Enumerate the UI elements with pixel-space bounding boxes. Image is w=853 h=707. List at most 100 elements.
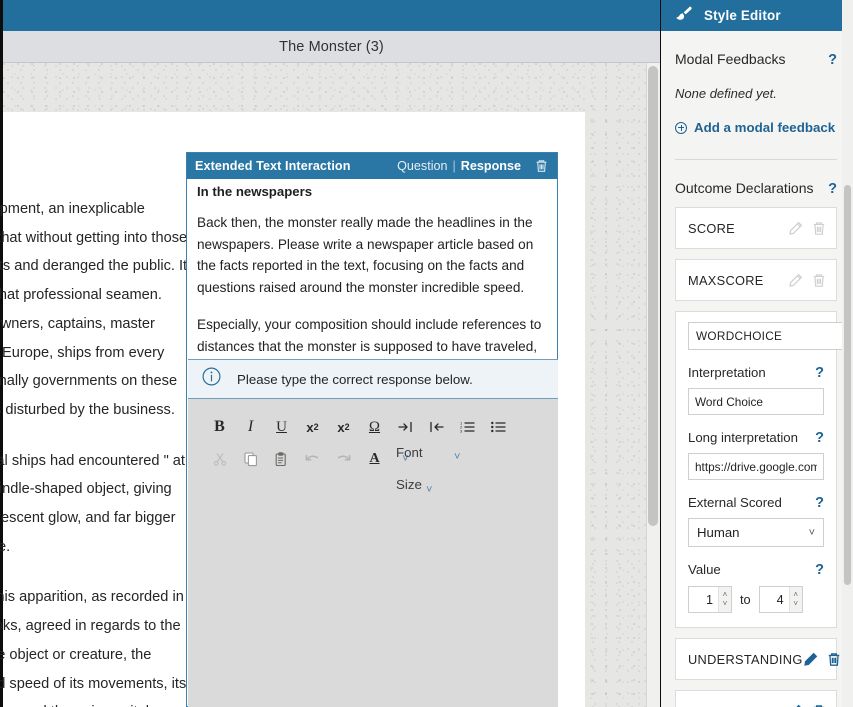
subscript-icon[interactable]: x2 [297, 414, 328, 440]
caret-down-icon[interactable]: ˅ [723, 601, 728, 607]
prompt-title: In the newspapers [197, 184, 547, 199]
trash-icon[interactable] [535, 159, 548, 173]
font-selector[interactable]: Font [396, 445, 423, 460]
caret-down-icon[interactable]: ˅ [793, 601, 798, 607]
outcome-row: UNDERSTANDING [676, 639, 836, 679]
info-banner-text: Please type the correct response below. [237, 372, 473, 387]
canvas-scrollbar-thumb[interactable] [648, 66, 658, 526]
redo-icon [328, 446, 359, 472]
value-label: Value [688, 562, 721, 577]
edit-pencil-icon[interactable] [788, 221, 803, 236]
info-circle-icon [202, 367, 221, 391]
svg-text:3: 3 [460, 429, 463, 434]
outcome-actions [803, 652, 841, 667]
external-scored-label: External Scored [688, 495, 782, 510]
value-label-row: Value ? [688, 562, 824, 578]
main-titlebar [3, 0, 660, 31]
omega-special-character-icon[interactable]: Ω [359, 414, 390, 440]
edit-pencil-icon[interactable] [788, 704, 803, 707]
increase-indent-icon[interactable] [390, 414, 421, 440]
extended-text-interaction-card: Extended Text Interaction Question | Res… [186, 152, 558, 707]
trash-icon[interactable] [812, 221, 826, 236]
modal-feedbacks-help-icon[interactable]: ? [828, 52, 837, 68]
italic-icon[interactable]: I [235, 414, 266, 440]
paintbrush-icon [675, 6, 692, 26]
style-editor-sidebar: Style Editor Modal Feedbacks ? None defi… [660, 0, 853, 707]
interpretation-input[interactable] [688, 388, 824, 415]
modal-feedbacks-heading-row: Modal Feedbacks ? [675, 51, 837, 68]
cut-icon [204, 446, 235, 472]
outcome-card-understanding: UNDERSTANDING [675, 638, 837, 680]
toolbar-row-formatting: B I U x2 x2 Ω [188, 411, 558, 443]
outcome-card-mechanics: MECHANICS [675, 690, 837, 707]
outcome-name: MAXSCORE [688, 273, 764, 288]
interpretation-label: Interpretation [688, 365, 766, 380]
document-prose: bizarre development, an inexplicable phe… [0, 195, 188, 707]
section-divider [675, 159, 837, 160]
tab-question[interactable]: Question [397, 159, 447, 173]
value-min-value: 1 [689, 593, 718, 607]
outcome-row: MAXSCORE [676, 260, 836, 300]
interpretation-label-row: Interpretation ? [688, 365, 824, 381]
add-modal-feedback-label: Add a modal feedback [694, 120, 835, 135]
editor-toolbar: B I U x2 x2 Ω [188, 399, 558, 475]
outcome-row: SCORE [676, 208, 836, 248]
outcome-actions [788, 704, 826, 707]
prose-paragraph: bizarre development, an inexplicable phe… [0, 195, 188, 425]
font-chevron-down-icon[interactable]: ˅ [454, 451, 460, 463]
bulleted-list-icon[interactable] [483, 414, 514, 440]
info-banner: Please type the correct response below. [188, 359, 558, 399]
numbered-list-icon[interactable]: 1 2 3 [452, 414, 483, 440]
outcome-name-input[interactable] [688, 322, 853, 350]
text-color-icon[interactable]: A [359, 446, 390, 472]
caret-up-icon[interactable]: ˄ [723, 592, 728, 598]
value-min-stepper-arrows[interactable]: ˄ ˅ [718, 587, 731, 612]
response-editor[interactable]: B I U x2 x2 Ω [188, 399, 558, 707]
value-max-stepper-arrows[interactable]: ˄ ˅ [789, 587, 802, 612]
outcome-card-score: SCORE [675, 207, 837, 249]
tab-the-monster[interactable]: The Monster (3) [279, 39, 384, 55]
trash-icon[interactable] [812, 704, 826, 707]
outcome-actions [788, 221, 826, 236]
value-to-label: to [740, 592, 751, 607]
interpretation-help-icon[interactable]: ? [815, 365, 824, 381]
prose-paragraph: Indeed, several ships had encountered " … [0, 447, 188, 562]
bold-icon[interactable]: B [204, 414, 235, 440]
value-max-stepper[interactable]: 4 ˄ ˅ [759, 586, 803, 613]
decrease-indent-icon[interactable] [421, 414, 452, 440]
edit-pencil-icon[interactable] [788, 273, 803, 288]
size-selector[interactable]: Size [396, 477, 422, 492]
value-min-stepper[interactable]: 1 ˄ ˅ [688, 586, 732, 613]
external-scored-select[interactable]: Human ˅ [688, 518, 824, 547]
modal-feedbacks-empty-text: None defined yet. [675, 86, 837, 101]
outcome-card-wordchoice: Interpretation ? Long interpretation ? E… [675, 311, 837, 628]
trash-icon[interactable] [827, 652, 841, 667]
toolbar-row-clipboard: A ˅ [188, 443, 558, 475]
add-modal-feedback-button[interactable]: Add a modal feedback [675, 120, 837, 135]
outcome-name: MECHANICS [688, 704, 768, 707]
sidebar-scrollbar-thumb[interactable] [844, 185, 851, 585]
interaction-mode-switch: Question | Response [397, 159, 521, 173]
tab-response[interactable]: Response [461, 159, 521, 173]
sidebar-body: Modal Feedbacks ? None defined yet. Add … [661, 51, 853, 707]
paste-icon[interactable] [266, 446, 297, 472]
long-interpretation-input[interactable] [688, 453, 824, 480]
long-interpretation-label-row: Long interpretation ? [688, 430, 824, 446]
copy-icon[interactable] [235, 446, 266, 472]
superscript-icon[interactable]: x2 [328, 414, 359, 440]
trash-icon[interactable] [812, 273, 826, 288]
sidebar-header: Style Editor [661, 0, 853, 31]
prose-paragraph: The facts on this apparition, as recorde… [0, 583, 188, 707]
outcome-declarations-help-icon[interactable]: ? [828, 181, 837, 197]
external-scored-help-icon[interactable]: ? [815, 495, 824, 511]
caret-up-icon[interactable]: ˄ [793, 592, 798, 598]
value-help-icon[interactable]: ? [815, 562, 824, 578]
modal-feedbacks-heading: Modal Feedbacks [675, 51, 786, 67]
underline-icon[interactable]: U [266, 414, 297, 440]
long-interpretation-help-icon[interactable]: ? [815, 430, 824, 446]
size-chevron-down-icon[interactable]: ˅ [426, 484, 432, 496]
edit-pencil-icon[interactable] [803, 652, 818, 667]
long-interpretation-label: Long interpretation [688, 430, 798, 445]
outcome-edit-row [688, 322, 824, 350]
outcome-card-maxscore: MAXSCORE [675, 259, 837, 301]
